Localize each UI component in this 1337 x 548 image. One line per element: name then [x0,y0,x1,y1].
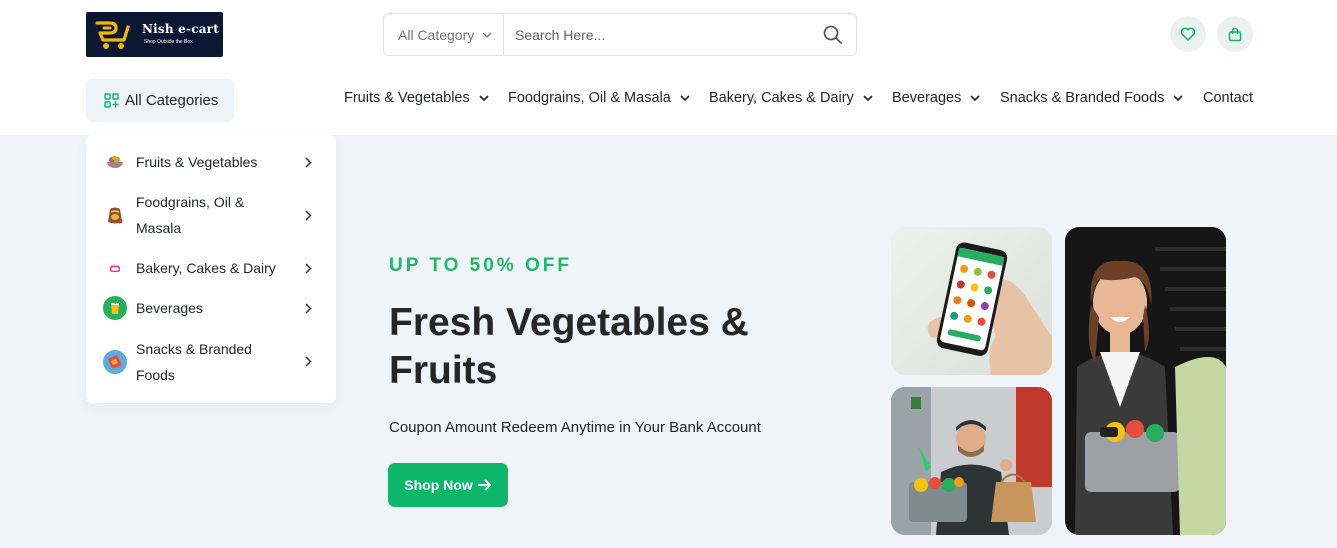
nav-item-label: Contact [1203,90,1253,106]
chevron-right-icon [305,157,312,168]
chevron-down-icon [1173,95,1184,101]
wishlist-button[interactable] [1170,16,1206,52]
cart-logo-icon [95,21,130,49]
hero-image-woman-basket [1065,227,1226,535]
search-input[interactable] [505,14,805,55]
nav-item-snacks[interactable]: Snacks & Branded Foods [1000,90,1184,106]
hero-eyebrow: UP TO 50% OFF [389,255,572,276]
chevron-right-icon [305,263,312,274]
search-icon[interactable] [822,24,844,46]
all-categories-button[interactable]: All Categories [86,79,234,122]
hero-image-delivery-man [891,387,1052,535]
shop-now-button[interactable]: Shop Now [388,463,508,507]
brand-name: Nish e-cart [142,22,219,36]
vegetable-bowl-icon [107,155,123,168]
shopping-bag-icon [1228,27,1242,41]
brand-tagline: Shop Outside the Box [144,39,193,45]
dropdown-item-beverages[interactable]: Beverages [86,295,336,321]
dropdown-item-bakery[interactable]: Bakery, Cakes & Dairy [86,255,336,281]
heart-icon [1180,27,1196,41]
categories-dropdown: Fruits & Vegetables Foodgrains, Oil & Ma… [86,135,336,403]
nav-item-bakery[interactable]: Bakery, Cakes & Dairy [709,90,873,106]
dropdown-item-foodgrains[interactable]: Foodgrains, Oil & Masala [86,189,336,241]
nav-item-foodgrains[interactable]: Foodgrains, Oil & Masala [508,90,690,106]
nav-item-label: Bakery, Cakes & Dairy [709,90,854,106]
chevron-right-icon [305,356,312,367]
brand-logo[interactable]: Nish e-cart Shop Outside the Box [86,12,223,57]
dropdown-item-label-line2: Masala [136,220,182,236]
chevron-right-icon [305,303,312,314]
juice-icon [103,296,127,320]
grain-sack-icon [108,207,123,224]
chevron-down-icon [482,32,492,38]
shop-now-label: Shop Now [404,477,473,493]
dropdown-item-label-line2: Foods [136,367,175,383]
hero-subtitle: Coupon Amount Redeem Anytime in Your Ban… [389,419,761,436]
nav-item-beverages[interactable]: Beverages [892,90,980,106]
all-categories-label: All Categories [125,92,219,109]
site-header: Nish e-cart Shop Outside the Box All Cat… [0,0,1337,135]
chevron-down-icon [863,95,873,101]
chevron-down-icon [680,95,690,101]
cake-icon [110,264,120,272]
nav-item-label: Snacks & Branded Foods [1000,90,1165,106]
dropdown-item-label: Fruits & Vegetables [136,154,258,170]
dropdown-item-label: Beverages [136,300,203,316]
nav-item-label: Foodgrains, Oil & Masala [508,90,671,106]
nav-item-contact[interactable]: Contact [1203,90,1253,106]
dropdown-item-label: Foodgrains, Oil & [136,194,245,210]
grid-plus-icon [104,93,119,108]
dropdown-item-label: Bakery, Cakes & Dairy [136,260,276,276]
hero-title-line2: Fruits [389,349,498,392]
nav-item-label: Beverages [892,90,962,106]
dropdown-item-snacks[interactable]: Snacks & Branded Foods [86,336,336,388]
search-category-label: All Category [398,26,475,43]
snacks-icon [103,350,127,374]
chevron-right-icon [305,210,312,221]
cart-button[interactable] [1217,16,1253,52]
search-category-select[interactable]: All Category [384,14,504,55]
dropdown-item-label: Snacks & Branded [136,341,252,357]
dropdown-item-fruits-vegetables[interactable]: Fruits & Vegetables [86,149,336,175]
nav-item-label: Fruits & Vegetables [344,90,470,106]
hero-image-phone-app [891,227,1052,375]
arrow-right-icon [477,479,491,491]
hero-title: Fresh Vegetables & Fruits [389,299,809,395]
search-bar: All Category [383,13,857,56]
chevron-down-icon [970,95,980,101]
nav-item-fruits-vegetables[interactable]: Fruits & Vegetables [344,90,489,106]
chevron-down-icon [479,95,489,101]
hero-title-line1: Fresh Vegetables & [389,301,749,344]
